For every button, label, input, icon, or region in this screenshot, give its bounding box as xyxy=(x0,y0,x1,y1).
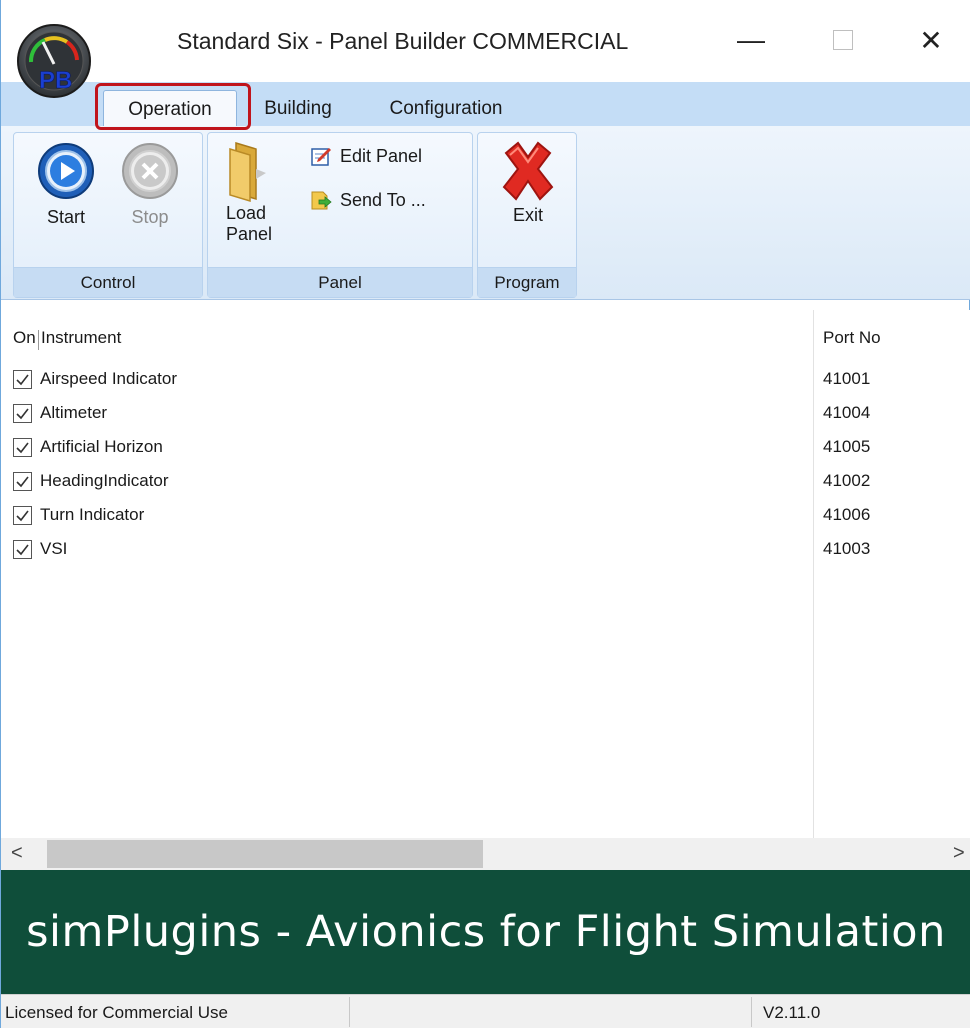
instrument-name: Airspeed Indicator xyxy=(40,369,178,388)
folder-icon xyxy=(229,141,266,203)
edit-icon xyxy=(311,148,331,166)
checkmark-icon xyxy=(16,476,29,487)
horizontal-scrollbar[interactable]: < > xyxy=(1,838,970,870)
close-icon: ✕ xyxy=(919,24,943,56)
stop-icon xyxy=(122,143,178,199)
close-button[interactable]: ✕ xyxy=(901,14,961,66)
checkmark-icon xyxy=(16,442,29,453)
group-label-program: Program xyxy=(478,267,576,297)
scroll-right-icon[interactable]: > xyxy=(953,842,965,865)
load-label-line1: Load xyxy=(226,203,267,223)
scroll-left-icon[interactable]: < xyxy=(11,842,23,865)
checkbox[interactable] xyxy=(13,471,32,491)
checkbox[interactable] xyxy=(13,437,32,457)
instrument-list: On Instrument Port No Airspeed Indicator… xyxy=(1,310,970,838)
checkmark-icon xyxy=(16,510,29,521)
list-item[interactable]: Altimeter 41004 xyxy=(13,398,953,428)
checkbox[interactable] xyxy=(13,369,32,389)
status-divider xyxy=(751,997,752,1027)
group-label-panel: Panel xyxy=(208,267,472,297)
port-number: 41002 xyxy=(823,471,871,490)
app-window: Standard Six - Panel Builder COMMERCIAL … xyxy=(0,0,970,1028)
status-divider xyxy=(349,997,350,1027)
checkbox[interactable] xyxy=(13,539,32,559)
send-to-button[interactable]: Send To ... xyxy=(310,189,426,211)
stop-label: Stop xyxy=(131,207,169,227)
minimize-icon: — xyxy=(737,24,765,55)
status-bar: Licensed for Commercial Use V2.11.0 xyxy=(1,994,970,1028)
brand-banner: simPlugins - Avionics for Flight Simulat… xyxy=(1,870,970,994)
checkbox[interactable] xyxy=(13,403,32,423)
instrument-name: Artificial Horizon xyxy=(40,437,163,456)
port-number: 41004 xyxy=(823,403,871,422)
ribbon-group-panel: Load Panel Edit Panel Send To ... Panel xyxy=(207,132,473,298)
port-number: 41001 xyxy=(823,369,871,388)
list-item[interactable]: HeadingIndicator 41002 xyxy=(13,466,953,496)
checkmark-icon xyxy=(16,408,29,419)
start-button[interactable]: Start xyxy=(36,141,96,228)
banner-text: simPlugins - Avionics for Flight Simulat… xyxy=(26,907,946,957)
gauge-icon: PB xyxy=(17,24,91,98)
checkmark-icon xyxy=(16,544,29,555)
ribbon-group-program: Exit Program xyxy=(477,132,577,298)
port-number: 41006 xyxy=(823,505,871,524)
tab-operation[interactable]: Operation xyxy=(103,90,237,128)
maximize-icon xyxy=(833,30,853,50)
checkbox[interactable] xyxy=(13,505,32,525)
list-item[interactable]: VSI 41003 xyxy=(13,534,953,564)
load-panel-button[interactable]: Load Panel xyxy=(226,139,276,245)
column-header-port[interactable]: Port No xyxy=(823,328,881,348)
column-header-instrument[interactable]: Instrument xyxy=(41,328,121,348)
title-bar: Standard Six - Panel Builder COMMERCIAL … xyxy=(1,0,970,82)
version-label: V2.11.0 xyxy=(763,1003,821,1022)
port-number: 41005 xyxy=(823,437,871,456)
instrument-name: VSI xyxy=(40,539,68,558)
tab-configuration[interactable]: Configuration xyxy=(371,90,521,128)
instrument-name: HeadingIndicator xyxy=(40,471,169,490)
svg-text:PB: PB xyxy=(39,67,72,94)
group-label-control: Control xyxy=(14,267,202,297)
exit-x-icon xyxy=(502,141,554,201)
checkmark-icon xyxy=(16,374,29,385)
stop-button[interactable]: Stop xyxy=(120,141,180,228)
app-logo-button[interactable]: PB xyxy=(15,22,93,100)
edit-panel-label: Edit Panel xyxy=(340,145,423,166)
start-label: Start xyxy=(46,207,85,227)
list-item[interactable]: Airspeed Indicator 41001 xyxy=(13,364,953,394)
column-header-on[interactable]: On xyxy=(13,328,36,348)
send-icon xyxy=(311,191,332,210)
port-number: 41003 xyxy=(823,539,871,558)
send-to-label: Send To ... xyxy=(340,189,426,210)
tab-building[interactable]: Building xyxy=(253,90,343,128)
ribbon-tab-bar: Operation Building Configuration xyxy=(1,82,970,128)
maximize-button[interactable] xyxy=(813,14,873,66)
list-item[interactable]: Turn Indicator 41006 xyxy=(13,500,953,530)
column-separator[interactable] xyxy=(38,330,39,350)
list-item[interactable]: Artificial Horizon 41005 xyxy=(13,432,953,462)
instrument-name: Turn Indicator xyxy=(40,505,145,524)
instrument-name: Altimeter xyxy=(40,403,108,422)
window-title: Standard Six - Panel Builder COMMERCIAL xyxy=(177,28,629,54)
ribbon: Start Stop Control Load Panel Edit Panel… xyxy=(1,126,970,300)
load-label-line2: Panel xyxy=(226,224,273,244)
license-status: Licensed for Commercial Use xyxy=(5,1003,228,1022)
scrollbar-thumb[interactable] xyxy=(47,840,483,868)
exit-button[interactable]: Exit xyxy=(496,139,560,226)
edit-panel-button[interactable]: Edit Panel xyxy=(310,145,422,167)
play-icon xyxy=(38,143,94,199)
ribbon-group-control: Start Stop Control xyxy=(13,132,203,298)
minimize-button[interactable]: — xyxy=(721,14,781,66)
exit-label: Exit xyxy=(512,205,543,225)
